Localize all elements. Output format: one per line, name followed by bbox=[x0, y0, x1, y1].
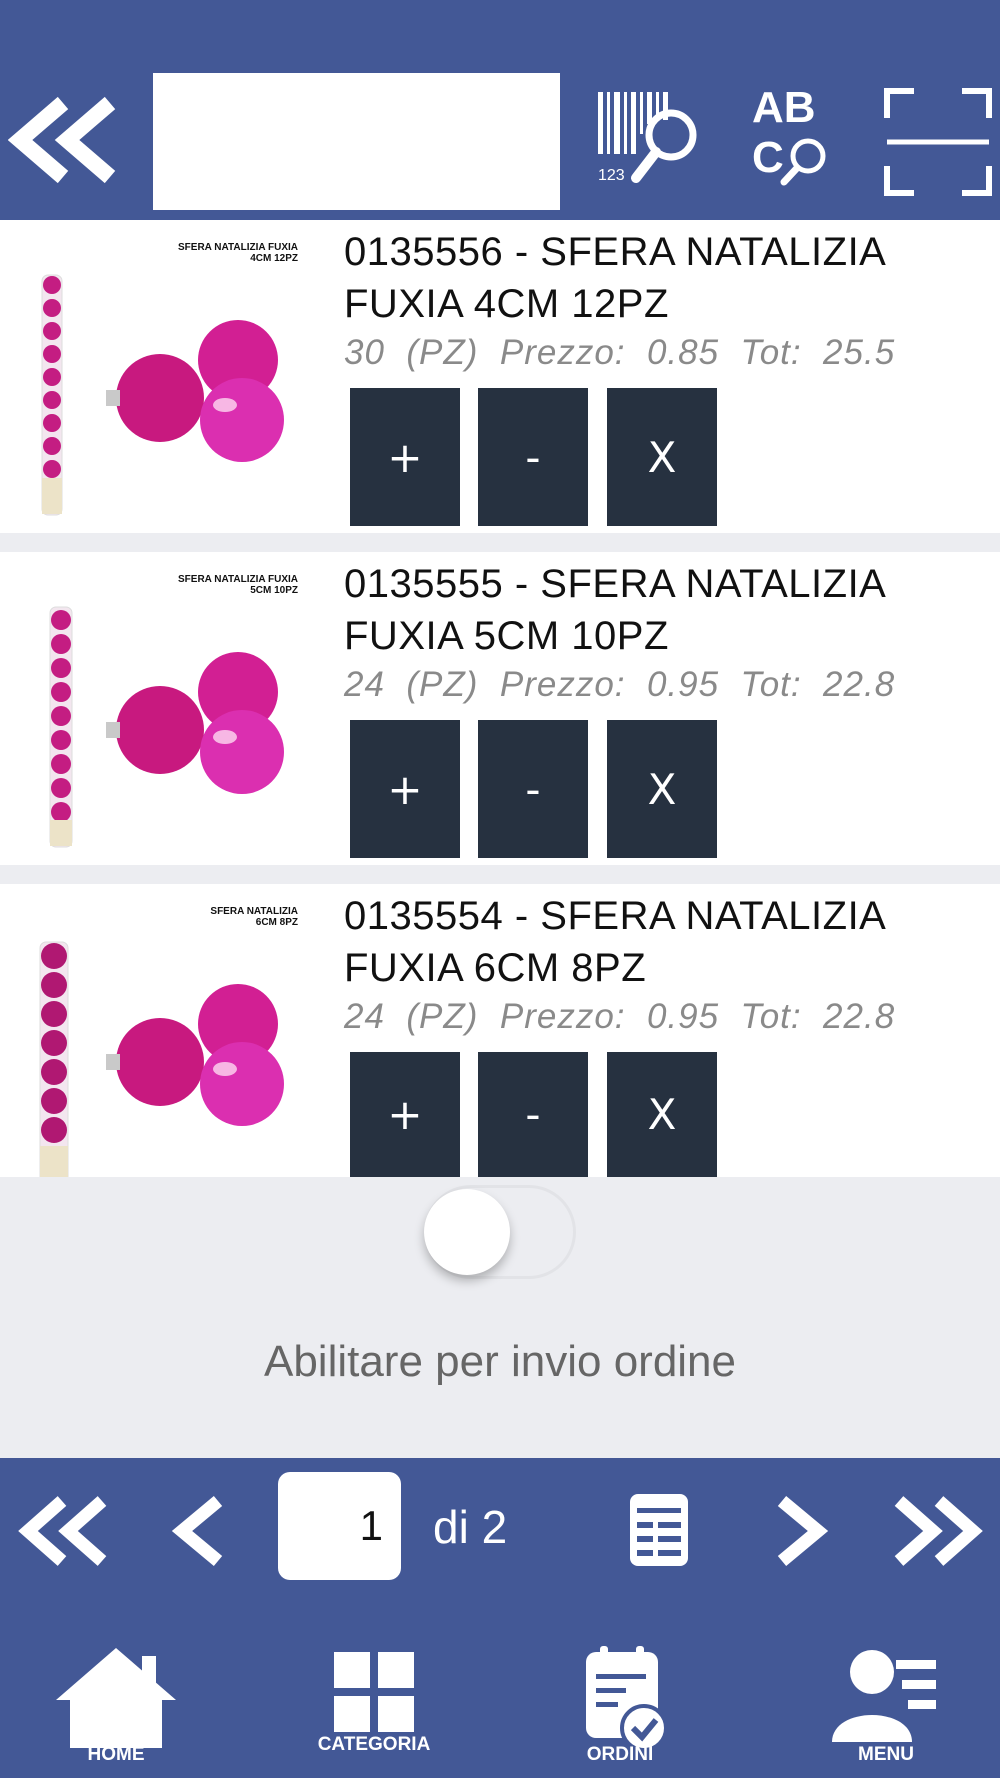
nav-categoria-label: CATEGORIA bbox=[317, 1734, 431, 1755]
top-toolbar: 123 AB C bbox=[0, 0, 1000, 220]
double-chevron-left-icon[interactable] bbox=[8, 95, 120, 185]
toggle-label: Abilitare per invio ordine bbox=[263, 1337, 737, 1386]
nav-ordini[interactable]: ORDINI bbox=[560, 1618, 680, 1778]
product-card: SFERA NATALIZIA 6CM 8PZ 0135554 - SFERA … bbox=[0, 884, 1000, 1177]
remove-item-button[interactable]: X bbox=[607, 720, 717, 858]
nav-home-label: HOME bbox=[87, 1744, 145, 1765]
image-caption: 6CM 8PZ bbox=[255, 917, 298, 928]
svg-text:C: C bbox=[752, 133, 784, 182]
remove-item-button[interactable]: X bbox=[607, 388, 717, 526]
image-caption: SFERA NATALIZIA FUXIA bbox=[178, 574, 298, 585]
nav-menu-label: MENU bbox=[858, 1744, 914, 1765]
decrease-quantity-button[interactable]: - bbox=[478, 388, 588, 526]
image-caption: SFERA NATALIZIA FUXIA bbox=[178, 242, 298, 253]
next-page-icon[interactable] bbox=[770, 1495, 830, 1567]
product-title: 0135555 - SFERA NATALIZIA FUXIA 5CM 10PZ bbox=[344, 562, 885, 658]
decrease-quantity-button[interactable]: - bbox=[478, 720, 588, 858]
ornament-balls-image bbox=[41, 274, 284, 516]
image-caption: 4CM 12PZ bbox=[250, 253, 298, 264]
product-image[interactable]: SFERA NATALIZIA FUXIA 5CM 10PZ bbox=[0, 552, 340, 865]
product-list[interactable]: SFERA NATALIZIA FUXIA 4CM 12PZ 0135556 -… bbox=[0, 220, 1000, 1177]
bottom-navigation: HOME CATEGORIA ORDINI MENU bbox=[0, 1618, 1000, 1778]
remove-item-button[interactable]: X bbox=[607, 1052, 717, 1177]
list-view-icon[interactable] bbox=[628, 1490, 690, 1570]
increase-quantity-button[interactable]: + bbox=[350, 720, 460, 858]
increase-quantity-button[interactable]: + bbox=[350, 388, 460, 526]
decrease-quantity-button[interactable]: - bbox=[478, 1052, 588, 1177]
orders-clipboard-icon bbox=[586, 1646, 668, 1752]
previous-page-icon[interactable] bbox=[170, 1495, 230, 1567]
grid-icon bbox=[334, 1652, 414, 1732]
order-toggle-section: Abilitare per invio ordine bbox=[0, 1177, 1000, 1458]
svg-text:123: 123 bbox=[598, 167, 625, 184]
pagination-bar: di 2 bbox=[0, 1458, 1000, 1618]
product-title: 0135554 - SFERA NATALIZIA FUXIA 6CM 8PZ bbox=[344, 894, 885, 990]
ornament-balls-image bbox=[49, 606, 284, 848]
text-search-icon[interactable]: AB C bbox=[752, 80, 832, 190]
nav-menu[interactable]: MENU bbox=[826, 1618, 946, 1778]
last-page-icon[interactable] bbox=[893, 1495, 983, 1567]
nav-categoria[interactable]: CATEGORIA bbox=[310, 1618, 438, 1778]
image-caption: SFERA NATALIZIA bbox=[210, 906, 298, 917]
product-info: 30 (PZ) Prezzo: 0.85 Tot: 25.5 bbox=[344, 333, 896, 372]
first-page-icon[interactable] bbox=[18, 1495, 108, 1567]
barcode-search-icon[interactable]: 123 bbox=[596, 80, 706, 190]
product-title: 0135556 - SFERA NATALIZIA FUXIA 4CM 12PZ bbox=[344, 230, 885, 326]
product-image[interactable]: SFERA NATALIZIA 6CM 8PZ bbox=[0, 884, 340, 1177]
page-total-label: di 2 bbox=[433, 1501, 508, 1553]
page-number-input[interactable] bbox=[278, 1472, 401, 1580]
home-icon bbox=[56, 1648, 176, 1748]
app: 123 AB C SFERA NATALIZIA FUXIA 4CM 12PZ … bbox=[0, 0, 1000, 1778]
image-caption: 5CM 10PZ bbox=[250, 585, 298, 596]
toggle-knob[interactable] bbox=[424, 1189, 510, 1275]
product-info: 24 (PZ) Prezzo: 0.95 Tot: 22.8 bbox=[344, 997, 896, 1036]
svg-text:AB: AB bbox=[752, 83, 816, 132]
increase-quantity-button[interactable]: + bbox=[350, 1052, 460, 1177]
scan-frame-icon[interactable] bbox=[884, 88, 992, 196]
product-card: SFERA NATALIZIA FUXIA 4CM 12PZ 0135556 -… bbox=[0, 220, 1000, 533]
product-image[interactable]: SFERA NATALIZIA FUXIA 4CM 12PZ bbox=[0, 220, 340, 533]
product-info: 24 (PZ) Prezzo: 0.95 Tot: 22.8 bbox=[344, 665, 896, 704]
nav-home[interactable]: HOME bbox=[52, 1618, 180, 1778]
nav-ordini-label: ORDINI bbox=[586, 1744, 654, 1765]
product-card: SFERA NATALIZIA FUXIA 5CM 10PZ 0135555 -… bbox=[0, 552, 1000, 865]
search-input[interactable] bbox=[153, 73, 560, 210]
user-menu-icon bbox=[832, 1650, 936, 1742]
